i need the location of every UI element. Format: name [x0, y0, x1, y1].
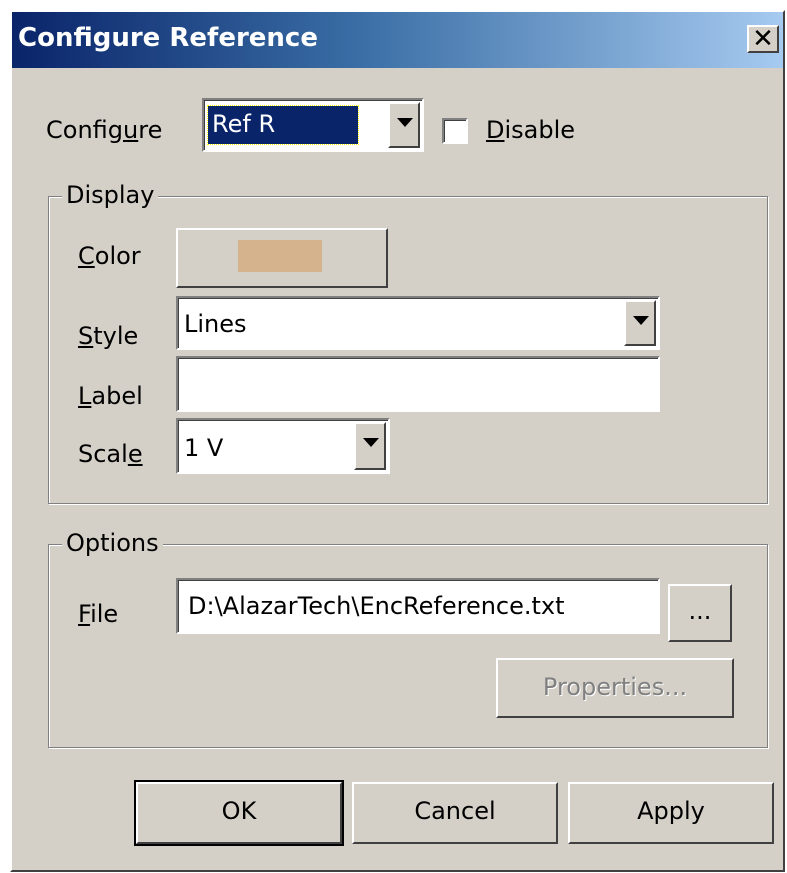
color-swatch [238, 240, 322, 272]
style-dropdown-button[interactable] [624, 300, 656, 346]
display-group-legend: Display [62, 181, 159, 209]
apply-button[interactable]: Apply [568, 782, 774, 844]
style-select-value: Lines [184, 310, 247, 338]
ok-button-label: OK [221, 797, 257, 825]
scale-select[interactable]: 1 V [176, 418, 390, 474]
browse-button-label: ... [688, 597, 712, 625]
configure-select[interactable]: Ref R [202, 98, 424, 152]
style-label: Style [78, 322, 139, 350]
label-input[interactable] [176, 356, 660, 412]
configure-select-value: Ref R [212, 110, 276, 138]
properties-button-label: Properties... [542, 673, 688, 701]
label-label: Label [78, 382, 143, 410]
close-icon: ✕ [752, 24, 774, 54]
disable-checkbox[interactable] [442, 118, 468, 144]
display-group [48, 196, 768, 504]
file-path-value: D:\AlazarTech\EncReference.txt [188, 592, 565, 620]
chevron-down-icon [633, 316, 649, 325]
chevron-down-icon [363, 438, 379, 447]
configure-reference-dialog: Configure Reference ✕ Configure Ref R Di… [10, 10, 785, 872]
file-label: File [78, 600, 119, 628]
scale-select-value: 1 V [184, 434, 224, 462]
close-button[interactable]: ✕ [747, 24, 779, 54]
scale-dropdown-button[interactable] [354, 422, 386, 470]
window-title: Configure Reference [18, 23, 318, 53]
color-picker-button[interactable] [176, 228, 388, 288]
options-group-legend: Options [62, 529, 163, 557]
configure-label: Configure [46, 116, 163, 144]
ok-button[interactable]: OK [134, 780, 344, 846]
style-select[interactable]: Lines [176, 296, 660, 350]
browse-button[interactable]: ... [668, 584, 732, 642]
title-bar: Configure Reference ✕ [12, 12, 783, 68]
scale-label: Scale [78, 440, 143, 468]
disable-label[interactable]: Disable [486, 116, 575, 144]
apply-button-label: Apply [637, 797, 705, 825]
cancel-button[interactable]: Cancel [352, 782, 558, 844]
properties-button[interactable]: Properties... [496, 658, 734, 718]
chevron-down-icon [397, 118, 413, 127]
configure-dropdown-button[interactable] [388, 102, 420, 148]
cancel-button-label: Cancel [414, 797, 496, 825]
color-label: Color [78, 242, 141, 270]
file-path-input[interactable]: D:\AlazarTech\EncReference.txt [176, 578, 660, 634]
